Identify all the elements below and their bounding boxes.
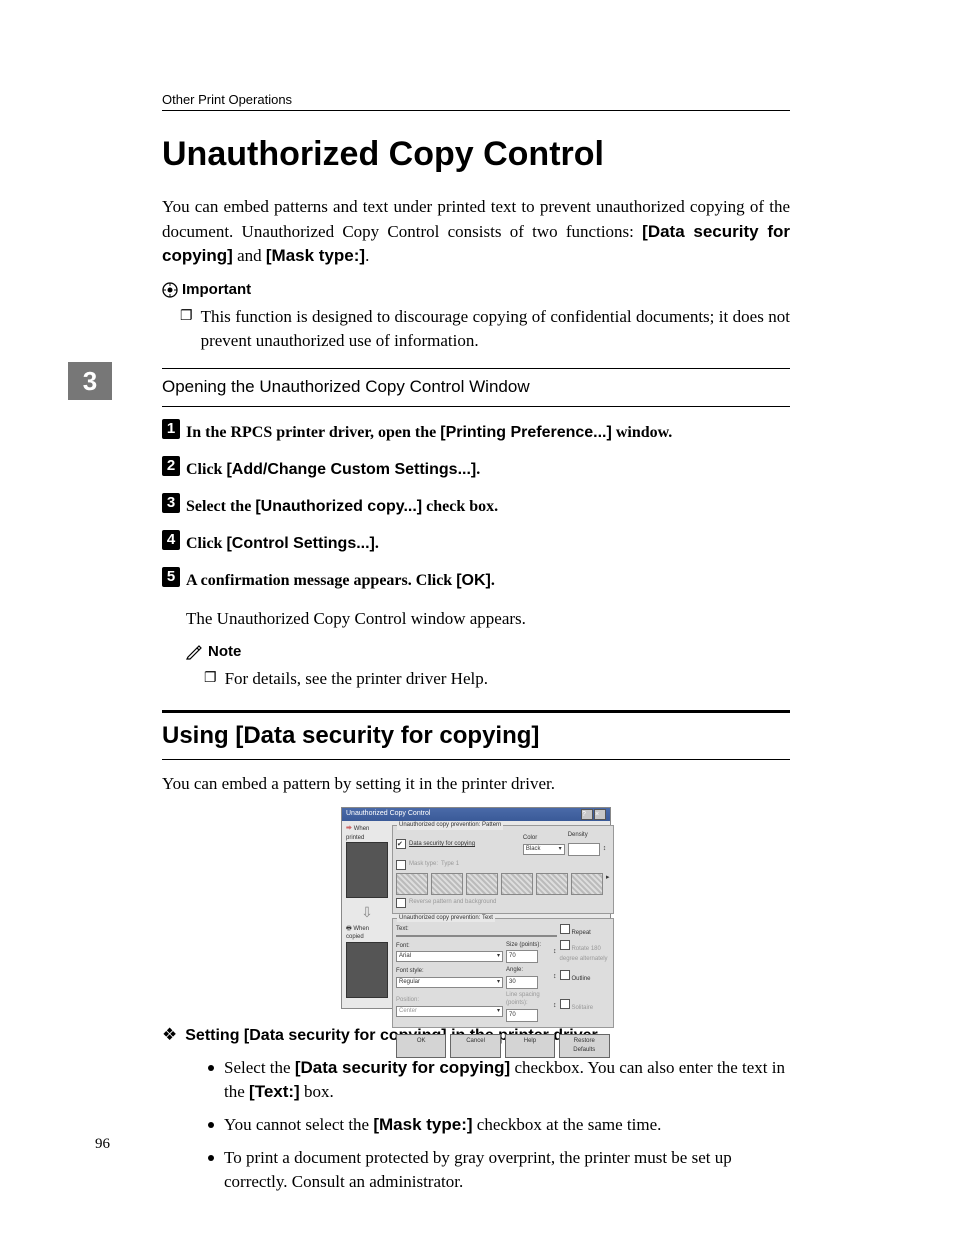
square-bullet-icon: ❐ [180, 305, 193, 354]
arrow-down-icon: ⇩ [346, 902, 388, 922]
when-printed-label: ⮕ When printed [346, 825, 388, 842]
linespacing-spinner[interactable]: 70 [506, 1009, 538, 1022]
dialog-screenshot: Unauthorized Copy Control ? × ⮕ When pri… [341, 807, 611, 1009]
pattern-swatches[interactable]: ▸ [396, 873, 610, 895]
rule [162, 759, 790, 760]
section-intro: You can embed a pattern by setting it in… [162, 772, 790, 797]
fieldset-pattern-legend: Unauthorized copy prevention: Pattern [397, 821, 503, 830]
chapter-tab: 3 [68, 362, 112, 400]
dialog-title: Unauthorized Copy Control [346, 809, 430, 819]
step-5-result: The Unauthorized Copy Control window app… [186, 607, 790, 632]
list-item: You cannot select the [Mask type:] check… [208, 1113, 790, 1138]
step-number-icon: 1 [162, 419, 180, 439]
font-select[interactable]: Arial [396, 951, 503, 962]
color-select[interactable]: Black [523, 844, 565, 855]
step-1: 1 In the RPCS printer driver, open the [… [162, 421, 790, 444]
list-item: To print a document protected by gray ov… [208, 1146, 790, 1195]
section-rule [162, 710, 790, 713]
page-title: Unauthorized Copy Control [162, 135, 604, 174]
when-copied-label: 🖶 When copied [346, 925, 388, 942]
position-select[interactable]: Center [396, 1006, 503, 1017]
ok-button[interactable]: OK [396, 1034, 446, 1057]
arrow-icon[interactable]: ↕ [553, 972, 557, 982]
bullet-icon [208, 1065, 214, 1071]
size-spinner[interactable]: 70 [506, 950, 538, 963]
step-number-icon: 3 [162, 493, 180, 513]
square-bullet-icon: ❐ [204, 667, 217, 692]
restore-defaults-button[interactable]: Restore Defaults [559, 1034, 609, 1057]
step-4: 4 Click [Control Settings...]. [162, 532, 790, 555]
note-icon [186, 644, 202, 660]
help-icon[interactable]: ? [581, 809, 593, 820]
step-number-icon: 5 [162, 567, 180, 587]
preview-printed [346, 842, 388, 898]
diamond-bullet-icon: ❖ [162, 1023, 177, 1048]
rule [162, 406, 790, 407]
arrow-icon[interactable]: ↕ [553, 947, 557, 957]
checkbox-solitaire[interactable] [560, 999, 570, 1009]
fieldset-text-legend: Unauthorized copy prevention: Text [397, 914, 495, 923]
bullet-icon [208, 1122, 214, 1128]
bullet-icon [208, 1155, 214, 1161]
step-number-icon: 4 [162, 530, 180, 550]
procedure-heading: Opening the Unauthorized Copy Control Wi… [162, 375, 790, 400]
text-input[interactable] [396, 935, 557, 937]
rule [162, 368, 790, 369]
angle-spinner[interactable]: 30 [506, 976, 538, 989]
note-label: Note [208, 641, 241, 663]
section-heading: Using [Data security for copying] [162, 719, 790, 754]
header-rule [162, 110, 790, 111]
close-icon[interactable]: × [594, 809, 606, 820]
density-slider[interactable] [568, 843, 600, 856]
checkbox-reverse[interactable] [396, 898, 406, 908]
scroll-right-icon[interactable]: ▸ [606, 873, 610, 895]
intro-paragraph: You can embed patterns and text under pr… [162, 195, 790, 269]
help-button[interactable]: Help [505, 1034, 555, 1057]
note-item: ❐ For details, see the printer driver He… [204, 667, 790, 692]
step-number-icon: 2 [162, 456, 180, 476]
running-header: Other Print Operations [162, 92, 292, 107]
important-icon [162, 282, 178, 298]
checkbox-data-security[interactable]: ✔ [396, 839, 406, 849]
step-2: 2 Click [Add/Change Custom Settings...]. [162, 458, 790, 481]
step-3: 3 Select the [Unauthorized copy...] chec… [162, 495, 790, 518]
preview-copied [346, 942, 388, 998]
important-item: ❐ This function is designed to discourag… [180, 305, 790, 354]
important-label: Important [182, 279, 251, 301]
checkbox-repeat[interactable] [560, 924, 570, 934]
checkbox-mask-type[interactable] [396, 860, 406, 870]
arrow-icon[interactable]: ↕ [553, 1001, 557, 1011]
cancel-button[interactable]: Cancel [450, 1034, 500, 1057]
arrow-icon[interactable]: ↕ [603, 844, 607, 854]
step-5: 5 A confirmation message appears. Click … [162, 569, 790, 592]
checkbox-rotate[interactable] [560, 940, 570, 950]
page-number: 96 [95, 1136, 110, 1153]
style-select[interactable]: Regular [396, 977, 503, 988]
checkbox-outline[interactable] [560, 970, 570, 980]
